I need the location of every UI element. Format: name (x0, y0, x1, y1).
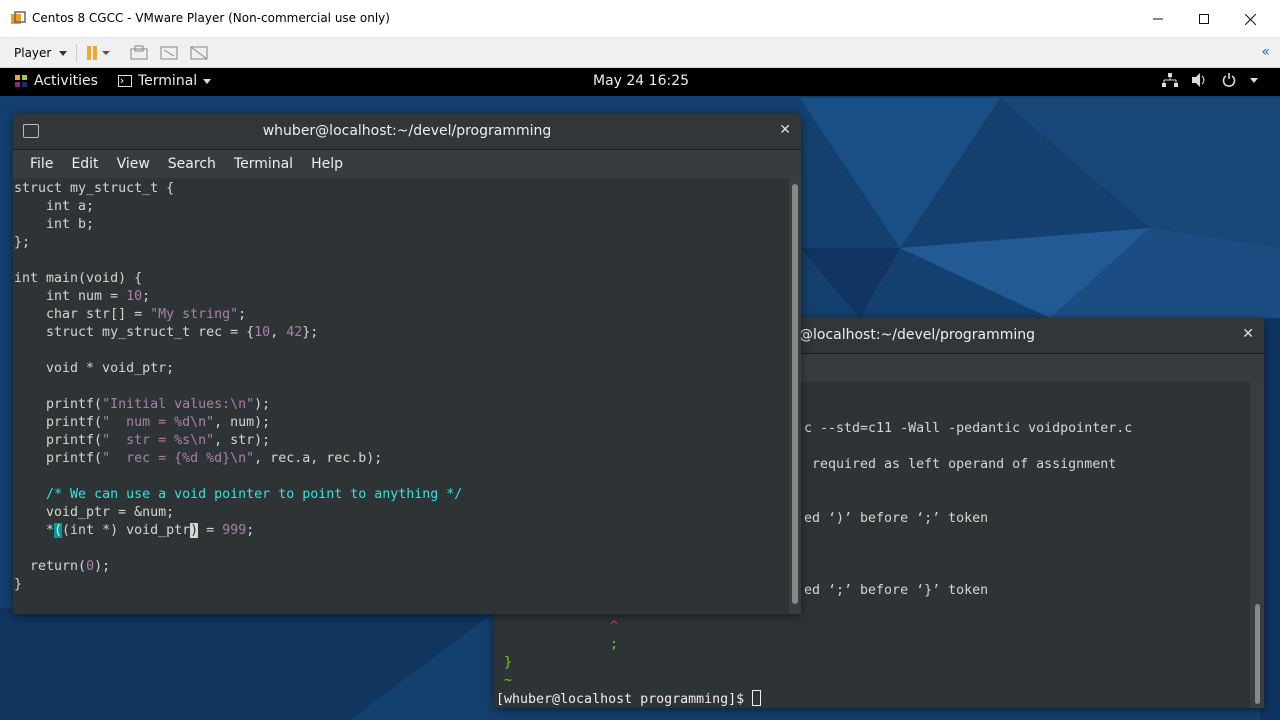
code-line: struct my_struct_t rec = {10, 42}; (14, 325, 319, 340)
close-icon[interactable]: ✕ (1242, 326, 1254, 342)
code-line: int num = 10; (14, 289, 151, 304)
scrollbar-thumb[interactable] (792, 184, 798, 604)
close-icon[interactable]: ✕ (779, 122, 791, 138)
terminal-icon (118, 75, 132, 87)
code-line: int b; (14, 217, 95, 232)
keyboard-icon (130, 45, 148, 60)
system-menu[interactable] (1162, 73, 1258, 87)
code-line: return(0); (14, 559, 111, 574)
volume-icon (1192, 73, 1205, 87)
guest-desktop: Activities Terminal May 24 16:25 @localh… (0, 68, 1280, 720)
activities-button[interactable]: Activities (14, 73, 98, 89)
send-ctrl-alt-del-button[interactable] (128, 44, 150, 62)
code-line: printf(" rec = {%d %d}\n", rec.a, rec.b)… (14, 451, 383, 466)
network-icon (1162, 73, 1178, 87)
chevron-down-icon (1250, 77, 1258, 83)
close-button[interactable] (1227, 0, 1273, 38)
chevron-down-icon (59, 50, 68, 56)
unity-button[interactable] (188, 44, 210, 62)
output-caret: ^ (610, 619, 619, 634)
background-terminal-title: @localhost:~/devel/programming (799, 327, 1036, 343)
app-menu-label: Terminal (138, 73, 198, 89)
front-terminal-scrollbar[interactable] (789, 178, 801, 614)
code-line: int main(void) { (14, 271, 143, 286)
front-terminal-window[interactable]: whuber@localhost:~/devel/programming ✕ F… (13, 114, 801, 614)
output-line: ed ‘;’ before ‘}’ token (804, 583, 989, 598)
clock[interactable]: May 24 16:25 (593, 73, 689, 89)
front-terminal-menubar: File Edit View Search Terminal Help (13, 150, 801, 178)
code-editor[interactable]: struct my_struct_t { int a; int b;}; int… (13, 178, 789, 614)
menu-search[interactable]: Search (159, 156, 225, 172)
code-line: printf("Initial values:\n"); (14, 397, 271, 412)
close-icon (1244, 13, 1256, 25)
vmware-logo-icon (11, 11, 26, 24)
background-terminal-scrollbar[interactable] (1250, 382, 1264, 708)
code-line: }; (14, 235, 31, 250)
menu-view[interactable]: View (108, 156, 159, 172)
maximize-button[interactable] (1181, 0, 1227, 38)
output-fixit: ; (610, 637, 619, 652)
output-line: required as left operand of assignment (804, 457, 1117, 472)
output-brace: } (504, 655, 513, 670)
menu-edit[interactable]: Edit (62, 156, 107, 172)
vmware-toolbar: Player « (0, 38, 1280, 68)
scrollbar-thumb[interactable] (1255, 604, 1260, 704)
code-line: printf(" num = %d\n", num); (14, 415, 271, 430)
vmware-window-title: Centos 8 CGCC - VMware Player (Non-comme… (32, 11, 390, 25)
maximize-icon (1199, 14, 1209, 24)
code-line: *((int *) void_ptr) = 999; (14, 523, 255, 538)
collapse-toolbar-icon[interactable]: « (1261, 44, 1270, 60)
code-line: struct my_struct_t { (14, 181, 175, 196)
centos-logo-icon (15, 75, 27, 87)
code-line: void * void_ptr; (14, 361, 175, 376)
front-terminal-title: whuber@localhost:~/devel/programming (262, 123, 552, 139)
code-line: char str[] = "My string"; (14, 307, 247, 322)
unity-icon (190, 46, 208, 60)
output-line: ed ‘)’ before ‘;’ token (804, 511, 989, 526)
output-tilde: ~ (504, 673, 513, 688)
toolbar-divider (76, 44, 77, 62)
code-line: } (14, 577, 23, 592)
minimize-button[interactable] (1135, 0, 1181, 38)
vmware-titlebar: Centos 8 CGCC - VMware Player (Non-comme… (0, 0, 1280, 38)
output-line: c --std=c11 -Wall -pedantic voidpointer.… (804, 421, 1133, 436)
activities-label: Activities (34, 73, 98, 89)
shell-prompt: [whuber@localhost programming]$ (496, 690, 762, 708)
player-menu-button[interactable]: Player (6, 42, 75, 64)
code-line: printf(" str = %s\n", str); (14, 433, 271, 448)
pause-button[interactable] (84, 44, 112, 62)
pause-icon (87, 46, 110, 60)
code-line: /* We can use a void pointer to point to… (46, 487, 463, 502)
chevron-down-icon (203, 78, 212, 84)
menu-file[interactable]: File (21, 156, 62, 172)
code-line: void_ptr = &num; (14, 505, 175, 520)
player-menu-label: Player (14, 46, 52, 60)
code-line: int a; (14, 199, 95, 214)
text-cursor (752, 690, 762, 706)
minimize-icon (1153, 18, 1163, 20)
menu-help[interactable]: Help (302, 156, 352, 172)
power-icon (1222, 73, 1236, 87)
terminal-app-menu[interactable]: Terminal (118, 73, 212, 89)
fit-guest-button[interactable] (158, 44, 180, 62)
front-terminal-header[interactable]: whuber@localhost:~/devel/programming ✕ (13, 114, 801, 150)
fit-window-icon (160, 46, 178, 60)
gnome-top-bar: Activities Terminal May 24 16:25 (0, 68, 1280, 96)
menu-terminal[interactable]: Terminal (225, 156, 302, 172)
